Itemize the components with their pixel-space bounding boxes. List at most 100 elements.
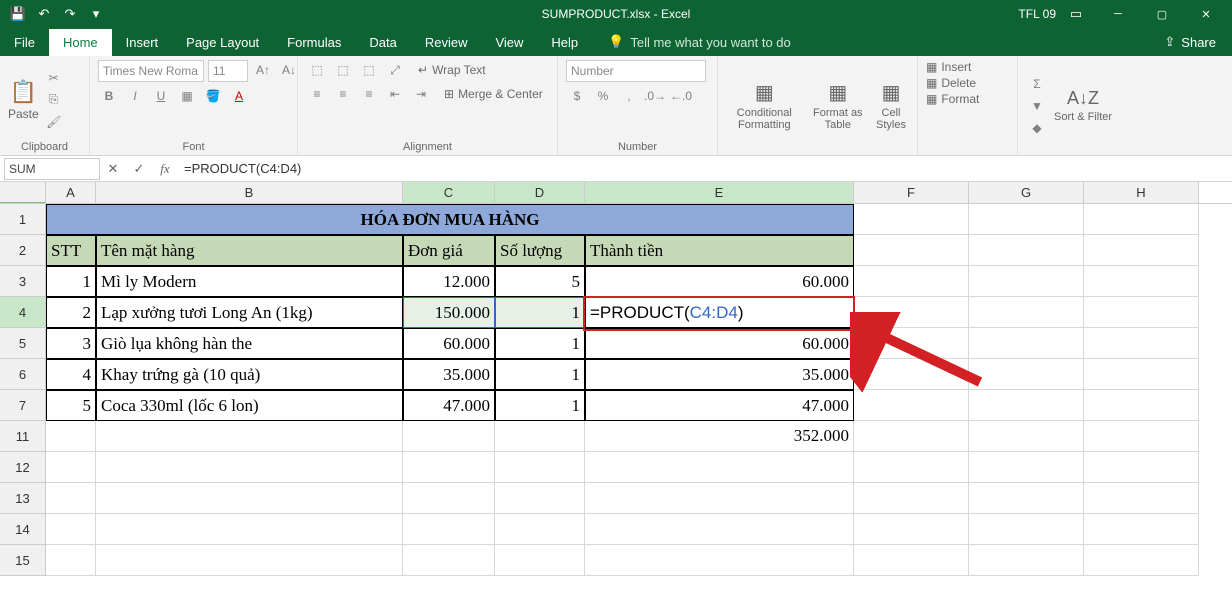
autosum-icon[interactable]: Σ	[1026, 74, 1048, 94]
col-header-H[interactable]: H	[1084, 182, 1199, 203]
cell[interactable]	[585, 452, 854, 483]
cell[interactable]	[403, 545, 495, 576]
cell[interactable]	[403, 483, 495, 514]
tab-file[interactable]: File	[0, 29, 49, 56]
cell-E4-formula[interactable]: =PRODUCT(C4:D4)	[585, 297, 854, 328]
cell[interactable]	[1084, 421, 1199, 452]
cell[interactable]	[495, 545, 585, 576]
name-box[interactable]	[4, 158, 100, 180]
cell-A4[interactable]: 2	[46, 297, 96, 328]
cell-C7[interactable]: 47.000	[403, 390, 495, 421]
align-bottom-icon[interactable]: ⬚	[358, 60, 380, 80]
cancel-formula-icon[interactable]: ✕	[100, 158, 126, 180]
cell[interactable]	[854, 204, 969, 235]
cell[interactable]	[1084, 483, 1199, 514]
close-button[interactable]: ✕	[1184, 0, 1228, 28]
tab-data[interactable]: Data	[355, 29, 410, 56]
cell[interactable]	[1084, 390, 1199, 421]
cell-D7[interactable]: 1	[495, 390, 585, 421]
font-name-select[interactable]	[98, 60, 204, 82]
cell[interactable]	[854, 545, 969, 576]
copy-icon[interactable]: ⎘	[43, 90, 65, 110]
cut-icon[interactable]: ✂	[43, 68, 65, 88]
cell[interactable]	[969, 421, 1084, 452]
delete-cells-button[interactable]: ▦Delete	[926, 76, 976, 90]
cell[interactable]	[1084, 452, 1199, 483]
cell-A3[interactable]: 1	[46, 266, 96, 297]
cell-E5[interactable]: 60.000	[585, 328, 854, 359]
wrap-text-button[interactable]: ↵Wrap Text	[418, 60, 486, 80]
tab-formulas[interactable]: Formulas	[273, 29, 355, 56]
cell[interactable]	[969, 514, 1084, 545]
currency-icon[interactable]: $	[566, 86, 588, 106]
tab-help[interactable]: Help	[537, 29, 592, 56]
cell-styles-button[interactable]: ▦ Cell Styles	[873, 80, 909, 131]
cell-C4[interactable]: 150.000	[403, 297, 495, 328]
tab-home[interactable]: Home	[49, 29, 112, 56]
cell[interactable]	[96, 483, 403, 514]
cell-A5[interactable]: 3	[46, 328, 96, 359]
cell[interactable]	[403, 452, 495, 483]
cell[interactable]	[46, 452, 96, 483]
cell[interactable]	[495, 483, 585, 514]
cell[interactable]	[495, 421, 585, 452]
cell-E6[interactable]: 35.000	[585, 359, 854, 390]
cell[interactable]	[969, 266, 1084, 297]
cell-D3[interactable]: 5	[495, 266, 585, 297]
fill-color-icon[interactable]: 🪣	[202, 86, 224, 106]
tab-review[interactable]: Review	[411, 29, 482, 56]
tab-insert[interactable]: Insert	[112, 29, 173, 56]
sort-filter-button[interactable]: A↓Z Sort & Filter	[1054, 88, 1112, 123]
percent-icon[interactable]: %	[592, 86, 614, 106]
header-sl[interactable]: Số lượng	[495, 235, 585, 266]
border-icon[interactable]: ▦	[176, 86, 198, 106]
tab-view[interactable]: View	[481, 29, 537, 56]
cell[interactable]	[46, 545, 96, 576]
cell[interactable]	[1084, 297, 1199, 328]
align-right-icon[interactable]: ≡	[358, 84, 380, 104]
decrease-decimal-icon[interactable]: ←.0	[670, 86, 692, 106]
cell-A6[interactable]: 4	[46, 359, 96, 390]
cell-E7[interactable]: 47.000	[585, 390, 854, 421]
decrease-font-icon[interactable]: A↓	[278, 60, 300, 80]
cell[interactable]	[969, 204, 1084, 235]
col-header-C[interactable]: C	[403, 182, 495, 203]
comma-icon[interactable]: ,	[618, 86, 640, 106]
cell-B4[interactable]: Lạp xưởng tươi Long An (1kg)	[96, 297, 403, 328]
maximize-button[interactable]: ▢	[1140, 0, 1184, 28]
cell[interactable]	[96, 545, 403, 576]
cell-A7[interactable]: 5	[46, 390, 96, 421]
decrease-indent-icon[interactable]: ⇤	[384, 84, 406, 104]
fill-icon[interactable]: ▼	[1026, 96, 1048, 116]
cell[interactable]	[854, 483, 969, 514]
cell-C5[interactable]: 60.000	[403, 328, 495, 359]
format-cells-button[interactable]: ▦Format	[926, 92, 979, 106]
row-header-15[interactable]: 15	[0, 545, 46, 576]
ribbon-display-icon[interactable]: ▭	[1064, 2, 1088, 26]
cell[interactable]	[969, 545, 1084, 576]
row-header-2[interactable]: 2	[0, 235, 46, 266]
conditional-formatting-button[interactable]: ▦ Conditional Formatting	[726, 80, 803, 131]
tell-me-search[interactable]: 💡 Tell me what you want to do	[592, 34, 791, 50]
enter-formula-icon[interactable]: ✓	[126, 158, 152, 180]
align-center-icon[interactable]: ≡	[332, 84, 354, 104]
merge-center-button[interactable]: ⊞Merge & Center	[444, 84, 543, 104]
format-as-table-button[interactable]: ▦ Format as Table	[811, 80, 865, 131]
col-header-E[interactable]: E	[585, 182, 854, 203]
formula-bar[interactable]	[178, 158, 1232, 180]
cell[interactable]	[46, 483, 96, 514]
cell[interactable]	[969, 452, 1084, 483]
header-ten[interactable]: Tên mặt hàng	[96, 235, 403, 266]
font-color-icon[interactable]: A	[228, 86, 250, 106]
cell[interactable]	[495, 514, 585, 545]
cell[interactable]	[969, 328, 1084, 359]
row-header-3[interactable]: 3	[0, 266, 46, 297]
cell[interactable]	[969, 235, 1084, 266]
cell-C6[interactable]: 35.000	[403, 359, 495, 390]
increase-indent-icon[interactable]: ⇥	[410, 84, 432, 104]
cell[interactable]	[969, 483, 1084, 514]
cell[interactable]	[1084, 235, 1199, 266]
cell[interactable]	[96, 452, 403, 483]
align-left-icon[interactable]: ≡	[306, 84, 328, 104]
clear-icon[interactable]: ◆	[1026, 118, 1048, 138]
